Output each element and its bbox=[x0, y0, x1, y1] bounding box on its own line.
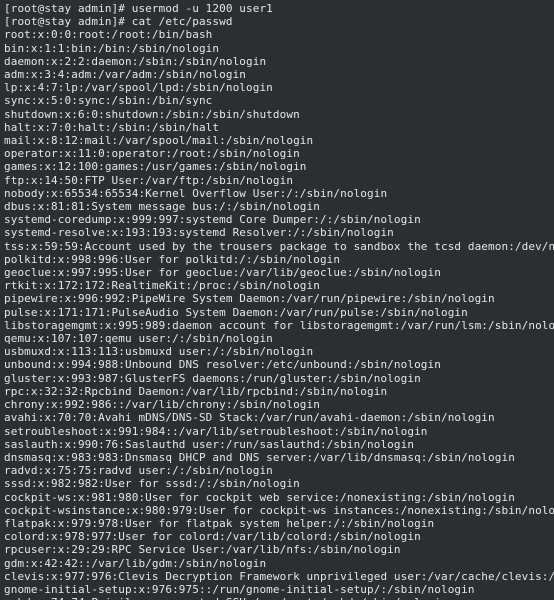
terminal-line-passwd-43: sshd:x:74:74:Privilege-separated SSH:/va… bbox=[4, 596, 550, 600]
terminal-line-passwd-9: operator:x:11:0:operator:/root:/sbin/nol… bbox=[4, 147, 550, 160]
terminal-line-passwd-6: shutdown:x:6:0:shutdown:/sbin:/sbin/shut… bbox=[4, 108, 550, 121]
terminal-line-passwd-0: root:x:0:0:root:/root:/bin/bash bbox=[4, 28, 550, 41]
terminal-line-passwd-20: pipewire:x:996:992:PipeWire System Daemo… bbox=[4, 292, 550, 305]
terminal-line-passwd-40: gdm:x:42:42::/var/lib/gdm:/sbin/nologin bbox=[4, 557, 550, 570]
terminal-line-passwd-21: pulse:x:171:171:PulseAudio System Daemon… bbox=[4, 306, 550, 319]
terminal-line-passwd-27: rpc:x:32:32:Rpcbind Daemon:/var/lib/rpcb… bbox=[4, 385, 550, 398]
terminal-line-passwd-12: nobody:x:65534:65534:Kernel Overflow Use… bbox=[4, 187, 550, 200]
terminal-line-passwd-16: tss:x:59:59:Account used by the trousers… bbox=[4, 240, 550, 253]
terminal-line-passwd-42: gnome-initial-setup:x:976:975::/run/gnom… bbox=[4, 583, 550, 596]
terminal-line-passwd-15: systemd-resolve:x:193:193:systemd Resolv… bbox=[4, 226, 550, 239]
terminal-line-cmd-0: [root@stay admin]# usermod -u 1200 user1 bbox=[4, 2, 550, 15]
terminal-line-passwd-8: mail:x:8:12:mail:/var/spool/mail:/sbin/n… bbox=[4, 134, 550, 147]
terminal-line-passwd-18: geoclue:x:997:995:User for geoclue:/var/… bbox=[4, 266, 550, 279]
terminal-line-passwd-2: daemon:x:2:2:daemon:/sbin:/sbin/nologin bbox=[4, 55, 550, 68]
terminal-line-passwd-23: qemu:x:107:107:qemu user:/:/sbin/nologin bbox=[4, 332, 550, 345]
terminal-line-passwd-34: sssd:x:982:982:User for sssd:/:/sbin/nol… bbox=[4, 477, 550, 490]
terminal-line-passwd-31: saslauth:x:990:76:Saslauthd user:/run/sa… bbox=[4, 438, 550, 451]
terminal-line-passwd-14: systemd-coredump:x:999:997:systemd Core … bbox=[4, 213, 550, 226]
terminal-line-passwd-30: setroubleshoot:x:991:984::/var/lib/setro… bbox=[4, 425, 550, 438]
terminal-line-passwd-33: radvd:x:75:75:radvd user:/:/sbin/nologin bbox=[4, 464, 550, 477]
terminal-line-passwd-13: dbus:x:81:81:System message bus:/:/sbin/… bbox=[4, 200, 550, 213]
terminal-line-passwd-17: polkitd:x:998:996:User for polkitd:/:/sb… bbox=[4, 253, 550, 266]
terminal-line-passwd-7: halt:x:7:0:halt:/sbin:/sbin/halt bbox=[4, 121, 550, 134]
terminal-line-passwd-41: clevis:x:977:976:Clevis Decryption Frame… bbox=[4, 570, 550, 583]
terminal-line-passwd-22: libstoragemgmt:x:995:989:daemon account … bbox=[4, 319, 550, 332]
terminal-output[interactable]: [root@stay admin]# usermod -u 1200 user1… bbox=[0, 0, 554, 600]
terminal-line-passwd-39: rpcuser:x:29:29:RPC Service User:/var/li… bbox=[4, 543, 550, 556]
terminal-line-passwd-5: sync:x:5:0:sync:/sbin:/bin/sync bbox=[4, 94, 550, 107]
terminal-line-passwd-35: cockpit-ws:x:981:980:User for cockpit we… bbox=[4, 491, 550, 504]
terminal-line-passwd-32: dnsmasq:x:983:983:Dnsmasq DHCP and DNS s… bbox=[4, 451, 550, 464]
terminal-line-passwd-4: lp:x:4:7:lp:/var/spool/lpd:/sbin/nologin bbox=[4, 81, 550, 94]
terminal-line-passwd-3: adm:x:3:4:adm:/var/adm:/sbin/nologin bbox=[4, 68, 550, 81]
terminal-line-passwd-24: usbmuxd:x:113:113:usbmuxd user:/:/sbin/n… bbox=[4, 345, 550, 358]
terminal-line-passwd-11: ftp:x:14:50:FTP User:/var/ftp:/sbin/nolo… bbox=[4, 174, 550, 187]
terminal-line-passwd-36: cockpit-wsinstance:x:980:979:User for co… bbox=[4, 504, 550, 517]
terminal-line-passwd-29: avahi:x:70:70:Avahi mDNS/DNS-SD Stack:/v… bbox=[4, 411, 550, 424]
terminal-line-cmd-1: [root@stay admin]# cat /etc/passwd bbox=[4, 15, 550, 28]
terminal-line-passwd-38: colord:x:978:977:User for colord:/var/li… bbox=[4, 530, 550, 543]
terminal-line-passwd-10: games:x:12:100:games:/usr/games:/sbin/no… bbox=[4, 160, 550, 173]
terminal-line-passwd-37: flatpak:x:979:978:User for flatpak syste… bbox=[4, 517, 550, 530]
terminal-line-passwd-19: rtkit:x:172:172:RealtimeKit:/proc:/sbin/… bbox=[4, 279, 550, 292]
terminal-line-passwd-1: bin:x:1:1:bin:/bin:/sbin/nologin bbox=[4, 42, 550, 55]
terminal-line-passwd-28: chrony:x:992:986::/var/lib/chrony:/sbin/… bbox=[4, 398, 550, 411]
terminal-line-passwd-25: unbound:x:994:988:Unbound DNS resolver:/… bbox=[4, 358, 550, 371]
terminal-line-passwd-26: gluster:x:993:987:GlusterFS daemons:/run… bbox=[4, 372, 550, 385]
